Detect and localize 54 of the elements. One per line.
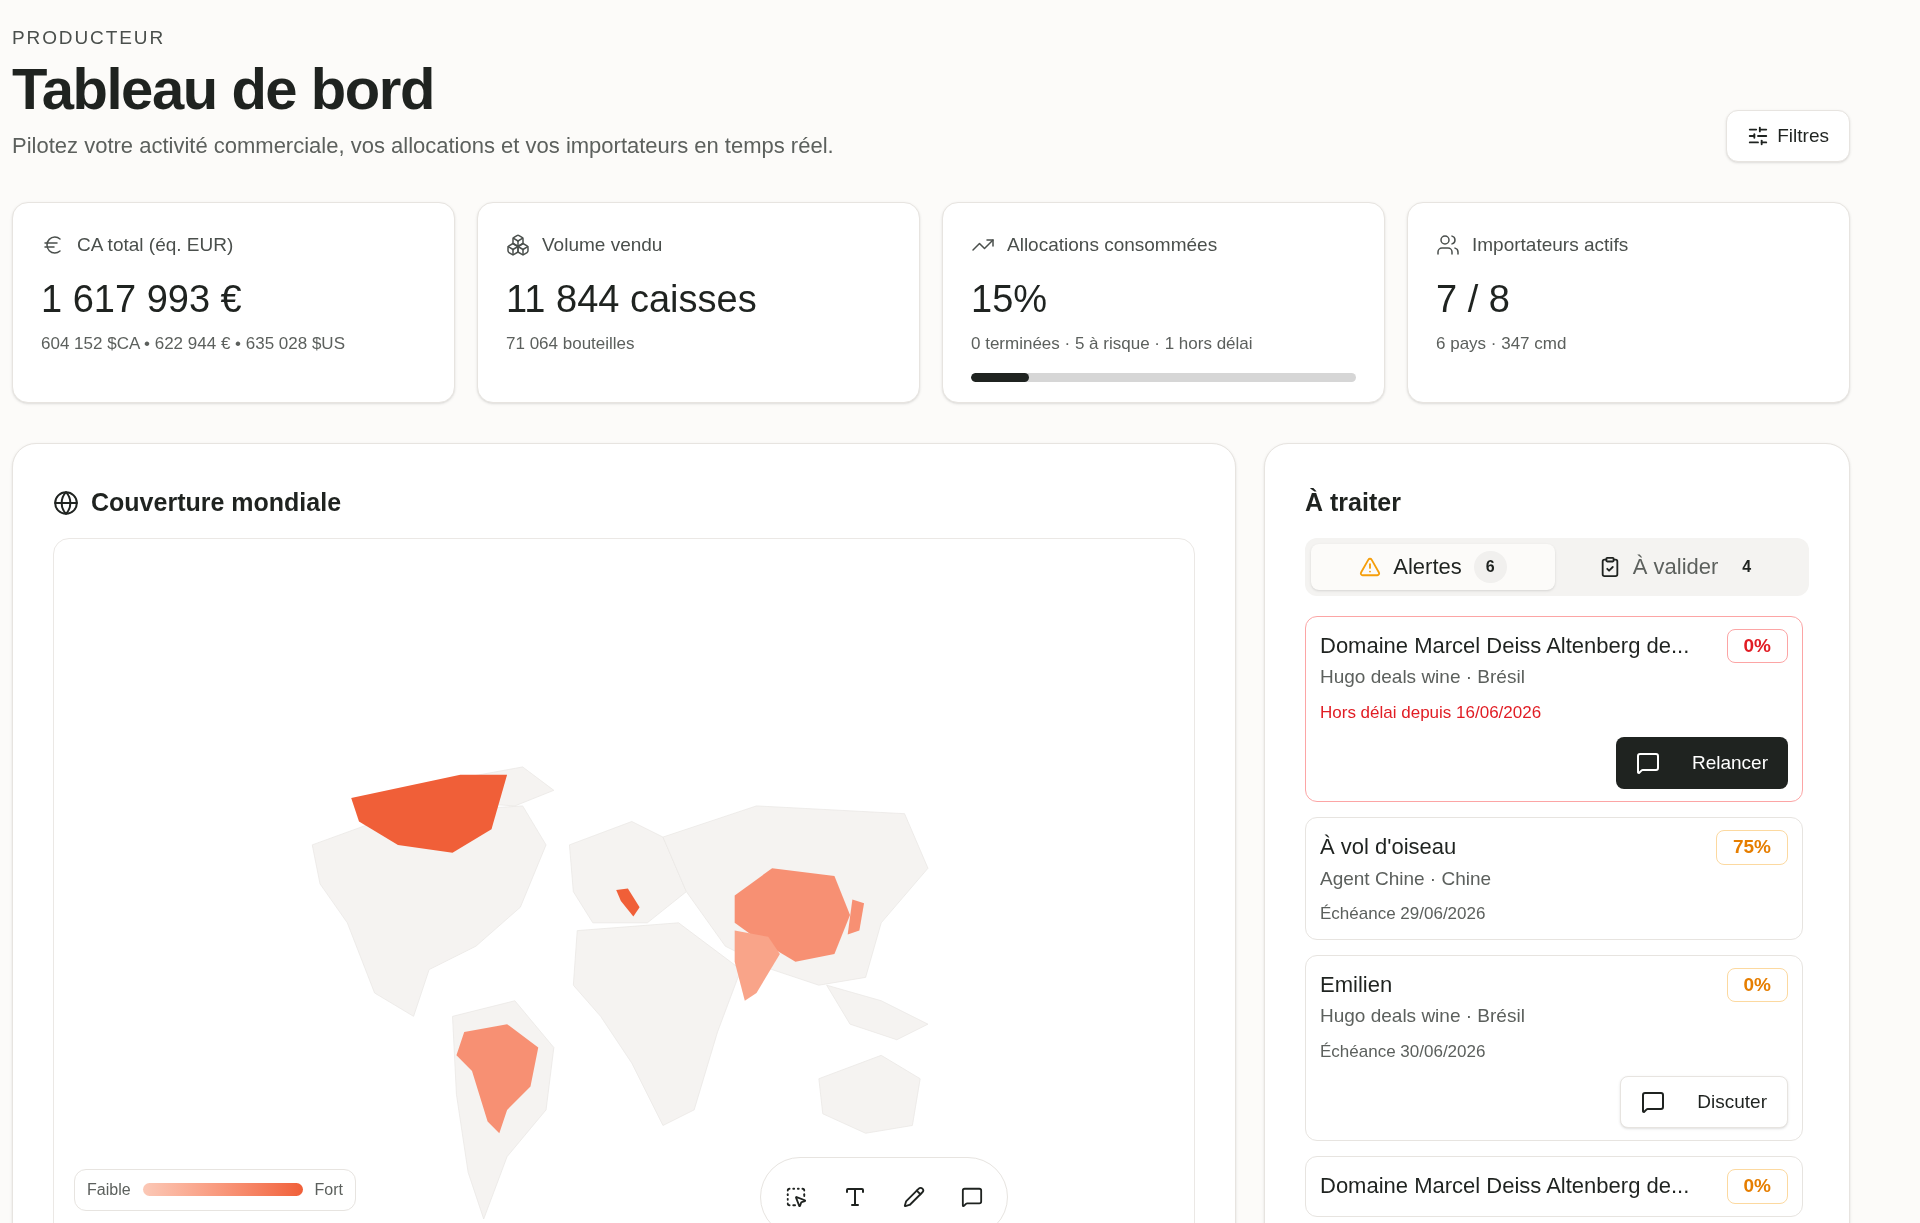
todo-tab[interactable]: Alertes 6 — [1311, 543, 1555, 590]
page-title: Tableau de bord — [12, 54, 435, 123]
users-icon — [1436, 233, 1460, 258]
tab-count: 6 — [1473, 550, 1507, 583]
alert-note: Échéance 30/06/2026 — [1320, 1040, 1487, 1063]
alert-subtitle: Hugo deals wine · Brésil — [1320, 665, 1526, 689]
sliders-icon — [1747, 125, 1770, 147]
progress-badge: 75% — [1715, 830, 1788, 865]
kpi-value: 1 617 993 € — [41, 276, 243, 322]
page-subtitle: Pilotez votre activité commerciale, vos allocations et vos importateurs en temps réel. — [12, 132, 834, 160]
message-icon — [1635, 751, 1660, 775]
kpi-value: 11 844 caisses — [506, 276, 758, 322]
alert-subtitle: Agent Chine · Chine — [1320, 866, 1493, 891]
legend-high-label: Fort — [314, 1179, 344, 1200]
kpi-detail: 6 pays · 347 cmd — [1436, 333, 1568, 355]
alert-title: À vol d'oiseau — [1320, 833, 1457, 861]
globe-icon — [53, 489, 79, 516]
kpi-detail: 0 terminées · 5 à risque · 1 hors délai — [971, 333, 1254, 355]
alert-card[interactable]: À vol d'oiseau 75% Agent Chine · Chine Échéance 29/06/2026 — [1305, 817, 1803, 940]
kpi-label: CA total (éq. EUR) — [77, 233, 234, 257]
kpi-label: Allocations consommées — [1007, 233, 1218, 257]
pencil-icon[interactable] — [903, 1185, 925, 1208]
tab-count: 4 — [1741, 556, 1753, 577]
filters-button[interactable]: Filtres — [1726, 110, 1850, 162]
progress-badge: 0% — [1726, 1169, 1788, 1204]
alert-card[interactable]: Domaine Marcel Deiss Altenberg de... 0% Hugo deals wine · Brésil Hors délai depuis 16/06/2026 Relancer — [1305, 615, 1803, 802]
legend-low-label: Faible — [87, 1179, 131, 1200]
kpi-value: 15% — [971, 276, 1049, 322]
alert-title: Domaine Marcel Deiss Altenberg de... — [1320, 1172, 1690, 1200]
discuss-button[interactable]: Discuter — [1620, 1076, 1788, 1128]
alert-note: Hors délai depuis 16/06/2026 — [1320, 701, 1543, 724]
alert-subtitle: Hugo deals wine · Brésil — [1320, 1004, 1526, 1028]
kpi-label: Importateurs actifs — [1472, 233, 1629, 257]
remind-button[interactable]: Relancer — [1615, 737, 1788, 789]
kpi-detail: 604 152 $CA • 622 944 € • 635 028 $US — [41, 333, 346, 355]
comment-icon[interactable] — [961, 1185, 983, 1208]
todo-tab[interactable]: À valider 4 — [1559, 543, 1803, 590]
warning-icon — [1359, 555, 1382, 578]
alert-card[interactable]: Domaine Marcel Deiss Altenberg de... 0% — [1305, 1156, 1803, 1217]
kpi-label: Volume vendu — [542, 233, 663, 257]
select-icon[interactable] — [785, 1185, 807, 1208]
alert-title: Domaine Marcel Deiss Altenberg de... — [1320, 631, 1690, 660]
alert-note: Échéance 29/06/2026 — [1320, 903, 1487, 925]
kpi-detail: 71 064 bouteilles — [506, 333, 636, 355]
alert-card[interactable]: Emilien 0% Hugo deals wine · Brésil Échéance 30/06/2026 Discuter — [1305, 954, 1803, 1141]
kpi-value: 7 / 8 — [1436, 276, 1511, 322]
progress-badge: 0% — [1726, 967, 1788, 1002]
boxes-icon — [506, 233, 530, 258]
page-eyebrow: PRODUCTEUR — [12, 26, 167, 50]
progress-badge: 0% — [1726, 628, 1788, 663]
message-icon — [1641, 1090, 1666, 1114]
alert-title: Emilien — [1320, 970, 1393, 999]
coverage-title: Couverture mondiale — [91, 487, 342, 518]
todo-title: À traiter — [1305, 487, 1402, 518]
